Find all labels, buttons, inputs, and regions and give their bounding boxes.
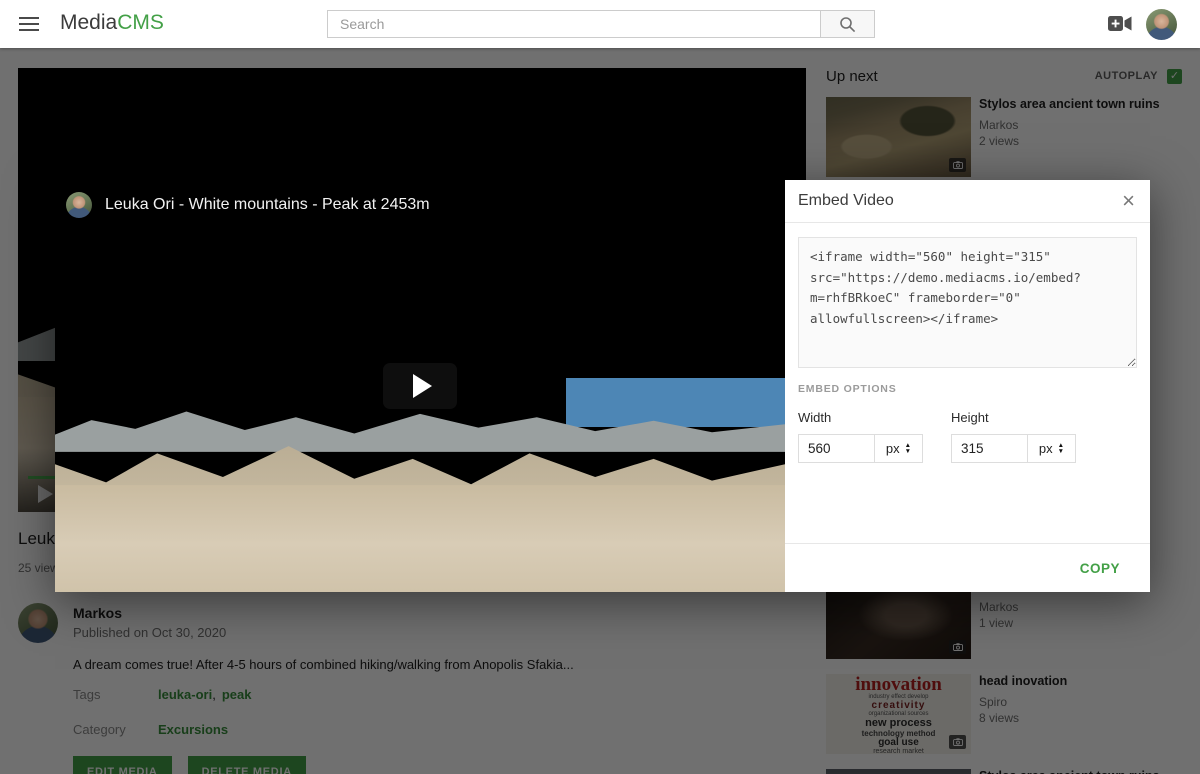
videocam-add-icon: [1108, 16, 1132, 31]
preview-sea: [566, 378, 785, 427]
brand-part1: Media: [60, 11, 117, 34]
preview-video-title: Leuka Ori - White mountains - Peak at 24…: [105, 196, 430, 214]
preview-foreground: [55, 485, 785, 592]
unit-value: px: [886, 441, 900, 456]
preview-title-bar: Leuka Ori - White mountains - Peak at 24…: [66, 192, 430, 218]
width-unit-select[interactable]: px ▲▼: [874, 434, 923, 463]
top-navbar: MediaCMS: [0, 0, 1200, 48]
modal-footer: COPY: [785, 543, 1150, 592]
page: MediaCMS Leuka Ori - White mountains - P…: [0, 0, 1200, 774]
embed-code-textarea[interactable]: <iframe width="560" height="315" src="ht…: [798, 237, 1137, 368]
unit-value: px: [1039, 441, 1053, 456]
dimension-fields: Width px ▲▼ Height px: [798, 410, 1137, 463]
brand-part2: CMS: [117, 11, 164, 34]
height-label: Height: [951, 410, 1076, 425]
height-input[interactable]: [951, 434, 1028, 463]
search-input[interactable]: [327, 10, 820, 38]
user-avatar[interactable]: [1146, 9, 1177, 40]
upload-media-button[interactable]: [1108, 16, 1132, 36]
width-label: Width: [798, 410, 923, 425]
embed-options-label: EMBED OPTIONS: [798, 383, 1137, 395]
height-field: Height px ▲▼: [951, 410, 1076, 463]
brand-logo[interactable]: MediaCMS: [60, 11, 164, 35]
preview-author-avatar[interactable]: [66, 192, 92, 218]
spinner-icon: ▲▼: [905, 443, 911, 454]
search-bar: [327, 10, 875, 38]
modal-title: Embed Video: [798, 192, 894, 210]
embed-video-modal: Leuka Ori - White mountains - Peak at 24…: [55, 180, 1150, 592]
embed-preview-player: Leuka Ori - White mountains - Peak at 24…: [55, 180, 785, 592]
close-icon[interactable]: ×: [1122, 190, 1135, 212]
search-icon: [839, 16, 856, 33]
search-button[interactable]: [820, 10, 875, 38]
spinner-icon: ▲▼: [1058, 443, 1064, 454]
height-unit-select[interactable]: px ▲▼: [1027, 434, 1076, 463]
copy-button[interactable]: COPY: [1080, 561, 1120, 576]
hamburger-menu-icon[interactable]: [19, 17, 39, 31]
embed-options-panel: Embed Video × <iframe width="560" height…: [785, 180, 1150, 592]
modal-header: Embed Video ×: [785, 180, 1150, 223]
width-input[interactable]: [798, 434, 875, 463]
play-icon: [413, 374, 432, 398]
preview-play-button[interactable]: [383, 363, 457, 409]
width-field: Width px ▲▼: [798, 410, 923, 463]
